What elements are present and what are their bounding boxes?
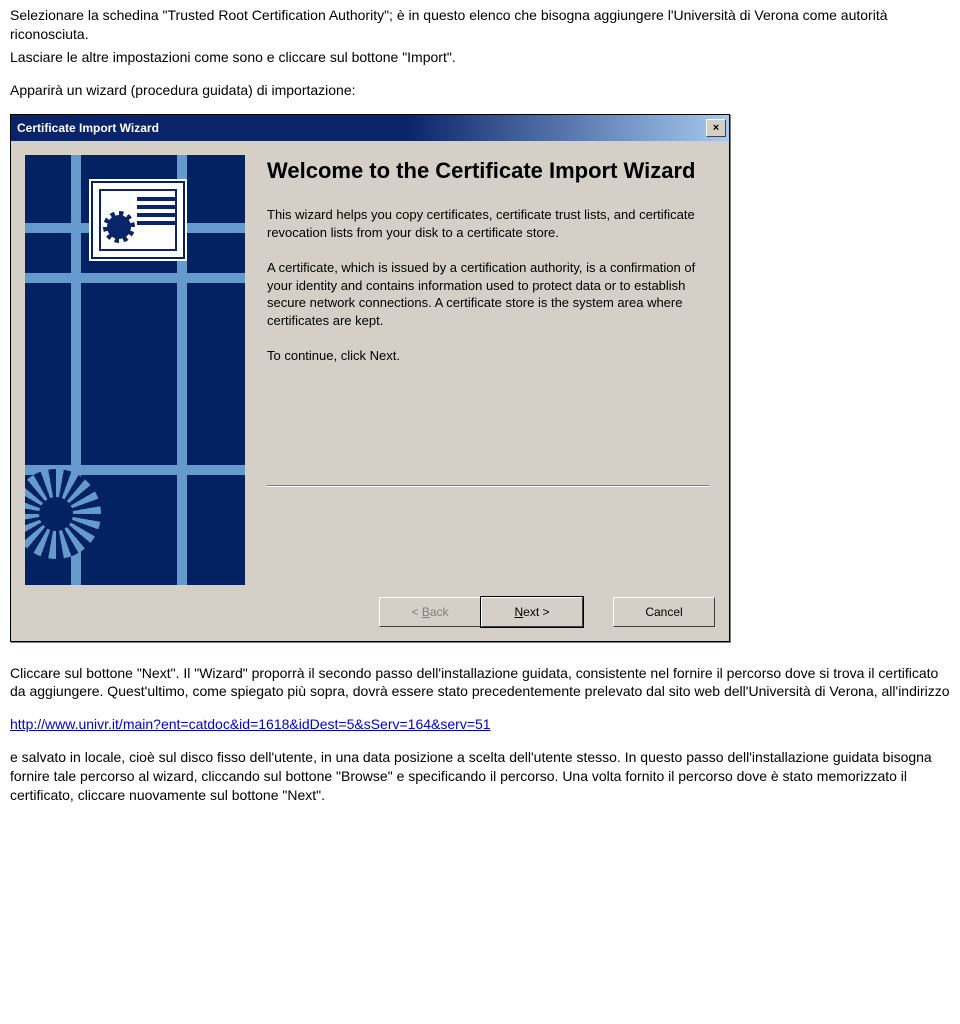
cancel-button-label: Cancel: [645, 605, 682, 619]
wizard-paragraph-1: This wizard helps you copy certificates,…: [267, 206, 709, 241]
paragraph-3: Apparirà un wizard (procedura guidata) d…: [10, 81, 950, 100]
back-button-label: < Back: [411, 605, 448, 619]
back-button: < Back: [379, 597, 481, 627]
paragraph-2: Lasciare le altre impostazioni come sono…: [10, 48, 950, 67]
wizard-content: Welcome to the Certificate Import Wizard…: [245, 155, 715, 585]
paragraph-5: e salvato in locale, cioè sul disco fiss…: [10, 748, 950, 805]
download-link[interactable]: http://www.univr.it/main?ent=catdoc&id=1…: [10, 716, 491, 732]
wizard-heading: Welcome to the Certificate Import Wizard: [267, 157, 709, 185]
wizard-paragraph-3: To continue, click Next.: [267, 347, 709, 365]
close-icon: ×: [713, 122, 719, 134]
certificate-icon: [91, 181, 185, 259]
separator: [267, 485, 709, 487]
next-button[interactable]: Next >: [481, 597, 583, 627]
next-button-label: Next >: [514, 605, 549, 619]
dialog-body: Welcome to the Certificate Import Wizard…: [11, 141, 729, 585]
certificate-import-wizard-dialog: Certificate Import Wizard × Welcome to t…: [10, 114, 730, 642]
close-button[interactable]: ×: [706, 119, 726, 137]
titlebar: Certificate Import Wizard ×: [11, 115, 729, 141]
wizard-paragraph-2: A certificate, which is issued by a cert…: [267, 259, 709, 329]
wizard-button-row: < Back Next > Cancel: [11, 585, 729, 641]
wizard-banner: [25, 155, 245, 585]
paragraph-1: Selezionare la schedina "Trusted Root Ce…: [10, 6, 950, 44]
cancel-button[interactable]: Cancel: [613, 597, 715, 627]
sunburst-icon: [25, 469, 101, 559]
url-line: http://www.univr.it/main?ent=catdoc&id=1…: [10, 715, 950, 734]
titlebar-text: Certificate Import Wizard: [17, 121, 705, 135]
paragraph-4: Cliccare sul bottone "Next". Il "Wizard"…: [10, 664, 950, 702]
